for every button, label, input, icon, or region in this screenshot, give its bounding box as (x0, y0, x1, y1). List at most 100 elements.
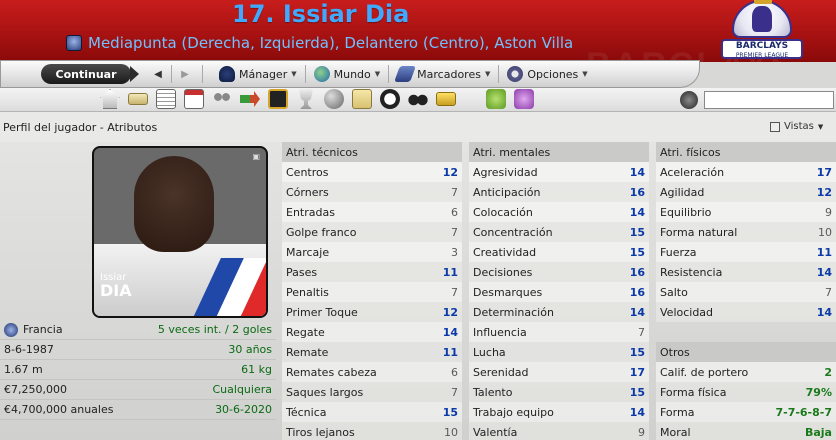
search-box[interactable] (680, 90, 836, 110)
attribute-value: 7 (451, 185, 458, 199)
attribute-row[interactable]: Saques largos 7 (282, 382, 462, 402)
attribute-row[interactable]: Trabajo equipo 14 (469, 402, 649, 422)
attribute-row[interactable]: Equilibrio 9 (656, 202, 836, 222)
transfer-icon[interactable] (240, 91, 260, 107)
player-photo: ▣ Issiar DIA (92, 146, 268, 318)
clipboard-icon[interactable] (352, 89, 372, 109)
lion-crest-icon (732, 0, 792, 38)
attribute-row[interactable]: Desmarques 16 (469, 282, 649, 302)
attribute-row[interactable]: Marcaje 3 (282, 242, 462, 262)
arrow-left-icon[interactable]: ◀ (149, 65, 167, 83)
attribute-row[interactable]: Tiros lejanos 10 (282, 422, 462, 440)
search-input[interactable] (704, 91, 834, 109)
attribute-row[interactable]: Determinación 14 (469, 302, 649, 322)
menu-world[interactable]: Mundo ▼ (306, 66, 389, 82)
tactics-icon[interactable] (268, 89, 288, 109)
attribute-row[interactable]: Anticipación 16 (469, 182, 649, 202)
views-label: Vistas (784, 121, 814, 132)
attribute-name: Concentración (473, 225, 553, 239)
attribute-name: Primer Toque (286, 305, 358, 319)
league-logo[interactable]: BARCLAYS PREMIER LEAGUE (716, 0, 808, 64)
document-icon[interactable] (156, 89, 176, 109)
attribute-row[interactable]: Agilidad 12 (656, 182, 836, 202)
help-icon[interactable] (486, 89, 506, 109)
attribute-row[interactable]: Penaltis 7 (282, 282, 462, 302)
attribute-row[interactable]: Moral Baja (656, 422, 836, 440)
attribute-row[interactable]: Influencia 7 (469, 322, 649, 342)
attribute-row[interactable]: Forma física 79% (656, 382, 836, 402)
attribute-row[interactable]: Regate 14 (282, 322, 462, 342)
chevron-down-icon: ▼ (817, 122, 824, 131)
attribute-name: Forma (660, 405, 695, 419)
attribute-row[interactable]: Pases 11 (282, 262, 462, 282)
attribute-name: Marcaje (286, 245, 330, 259)
chevron-down-icon: ▼ (374, 70, 381, 78)
menu-bookmarks-label: Marcadores (417, 67, 481, 81)
attribute-row[interactable]: Velocidad 14 (656, 302, 836, 322)
binoculars-icon[interactable] (408, 89, 428, 109)
scout-icon[interactable] (324, 89, 344, 109)
attribute-name: Calif. de portero (660, 365, 749, 379)
attribute-value: 11 (442, 265, 458, 279)
arrow-right-icon[interactable]: ▶ (176, 65, 194, 83)
attribute-row[interactable]: Salto 7 (656, 282, 836, 302)
attribute-row[interactable]: Fuerza 11 (656, 242, 836, 262)
match-icon[interactable] (380, 89, 400, 109)
attribute-row[interactable]: Lucha 15 (469, 342, 649, 362)
attribute-row[interactable]: Talento 15 (469, 382, 649, 402)
attribute-row[interactable]: Valentía 9 (469, 422, 649, 440)
attribute-row[interactable]: Resistencia 14 (656, 262, 836, 282)
inbox-icon[interactable] (128, 93, 148, 105)
attribute-value: 7 (451, 385, 458, 399)
attribute-row[interactable]: Concentración 15 (469, 222, 649, 242)
attribute-row[interactable]: Calif. de portero 2 (656, 362, 836, 382)
attribute-row[interactable]: Agresividad 14 (469, 162, 649, 182)
other-attributes-header: Otros (656, 342, 836, 362)
squad-icon[interactable] (212, 89, 232, 109)
physical-attributes-header: Atri. físicos (656, 142, 836, 162)
search-icon[interactable] (680, 91, 698, 109)
player-positions-club[interactable]: Mediapunta (Derecha, Izquierda), Delante… (88, 34, 573, 52)
menu-bookmarks[interactable]: Marcadores ▼ (389, 66, 498, 82)
bio-key[interactable]: Francia (23, 323, 63, 336)
attribute-row[interactable]: Colocación 14 (469, 202, 649, 222)
menu-manager[interactable]: Mánager ▼ (211, 66, 305, 82)
attribute-row[interactable]: Centros 12 (282, 162, 462, 182)
chevron-down-icon: ▼ (291, 70, 297, 78)
attribute-row[interactable]: Forma 7-7-6-8-7 (656, 402, 836, 422)
continue-button[interactable]: Continuar (41, 64, 139, 84)
attribute-row[interactable]: Remate 11 (282, 342, 462, 362)
player-bio: Francia 5 veces int. / 2 goles 8-6-1987 … (0, 320, 276, 420)
attribute-value: 15 (629, 385, 645, 399)
attribute-name: Anticipación (473, 185, 541, 199)
home-icon[interactable] (100, 89, 120, 109)
finances-icon[interactable] (436, 92, 456, 106)
attribute-row[interactable]: Córners 7 (282, 182, 462, 202)
calendar-icon[interactable] (184, 89, 204, 109)
attribute-name: Aceleración (660, 165, 725, 179)
attribute-row[interactable]: Forma natural 10 (656, 222, 836, 242)
attribute-row[interactable]: Serenidad 17 (469, 362, 649, 382)
bio-key: 8-6-1987 (4, 343, 54, 356)
info-icon[interactable] (514, 89, 534, 109)
attribute-row[interactable]: Primer Toque 12 (282, 302, 462, 322)
attribute-row[interactable]: Remates cabeza 6 (282, 362, 462, 382)
attribute-value: 14 (629, 165, 645, 179)
attribute-row[interactable]: Entradas 6 (282, 202, 462, 222)
attribute-name: Centros (286, 165, 329, 179)
views-dropdown[interactable]: Vistas ▼ (770, 121, 823, 132)
menu-manager-label: Mánager (239, 67, 288, 81)
menu-options-label: Opciones (527, 67, 579, 81)
attribute-name: Trabajo equipo (473, 405, 554, 419)
attribute-row[interactable]: Decisiones 16 (469, 262, 649, 282)
physical-attributes-column: Atri. físicos Aceleración 17 Agilidad 12 Equ… (656, 142, 836, 322)
attribute-row[interactable]: Golpe franco 7 (282, 222, 462, 242)
chevron-down-icon: ▼ (484, 70, 491, 78)
menu-options[interactable]: Opciones ▼ (499, 66, 595, 82)
attribute-row[interactable]: Aceleración 17 (656, 162, 836, 182)
attribute-row[interactable]: Creatividad 15 (469, 242, 649, 262)
attribute-value: 7 (825, 285, 832, 299)
bio-key: 1.67 m (4, 363, 43, 376)
trophy-icon[interactable] (299, 89, 313, 109)
attribute-row[interactable]: Técnica 15 (282, 402, 462, 422)
